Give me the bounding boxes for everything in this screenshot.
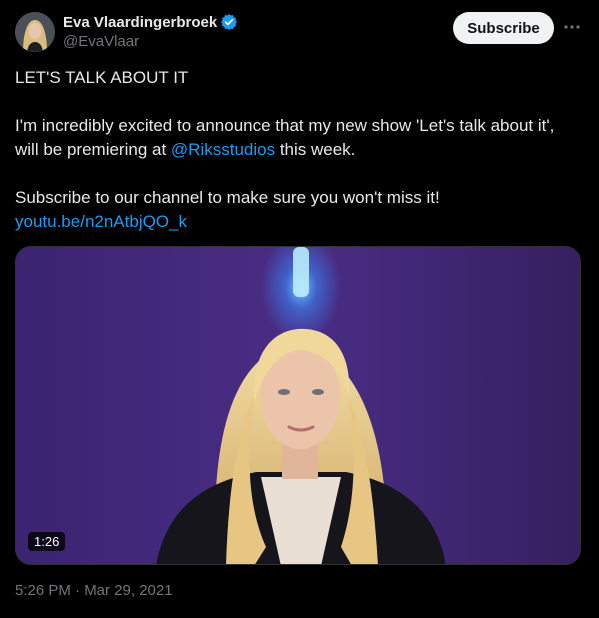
author-name[interactable]: Eva Vlaardingerbroek (63, 13, 238, 31)
video-link[interactable]: youtu.be/n2nAtbjQO_k (15, 212, 187, 231)
subscribe-button[interactable]: Subscribe (453, 12, 554, 44)
video-duration-badge: 1:26 (28, 532, 66, 551)
mention-link[interactable]: @Riksstudios (171, 140, 275, 159)
post-paragraph-announcement: I'm incredibly excited to announce that … (15, 114, 575, 162)
post-text: LET'S TALK ABOUT IT I'm incredibly excit… (15, 66, 575, 234)
subscribe-text: Subscribe to our channel to make sure yo… (15, 188, 440, 207)
more-options-icon[interactable] (561, 16, 583, 38)
post-headline: LET'S TALK ABOUT IT (15, 68, 189, 87)
post-paragraph-subscribe: Subscribe to our channel to make sure yo… (15, 186, 575, 234)
verified-badge-icon (220, 13, 238, 31)
post-timestamp[interactable]: 5:26 PM · Mar 29, 2021 (15, 582, 173, 599)
author-handle[interactable]: @EvaVlaar (63, 33, 139, 50)
video-thumbnail[interactable]: 1:26 (15, 246, 581, 565)
announcement-text-end: this week. (275, 140, 356, 159)
author-name-text: Eva Vlaardingerbroek (63, 13, 218, 31)
avatar[interactable] (15, 12, 55, 52)
post-card: Eva Vlaardingerbroek @EvaVlaar Subscribe… (0, 0, 599, 618)
